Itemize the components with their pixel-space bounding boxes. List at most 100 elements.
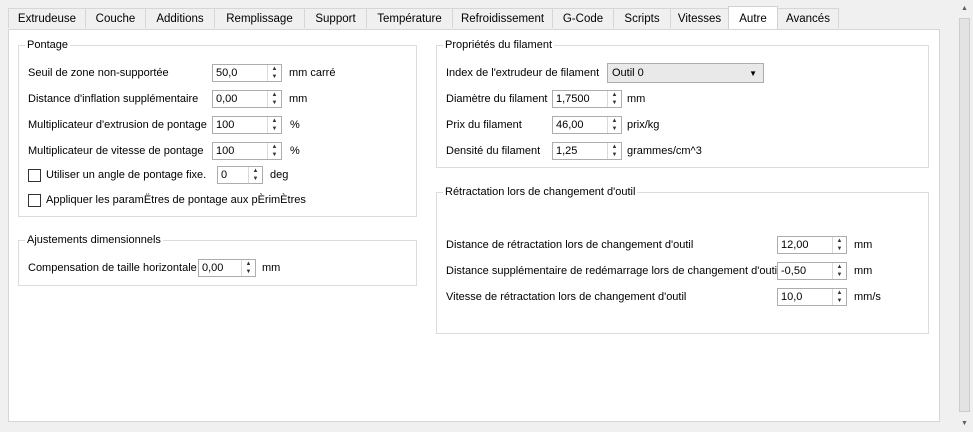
extrusion-multiplier-unit: %: [290, 119, 300, 131]
tab-remplissage[interactable]: Remplissage: [214, 8, 305, 28]
extrusion-multiplier-input[interactable]: [213, 117, 266, 133]
spin-up-arrow-icon[interactable]: ▲: [249, 167, 262, 175]
price-unit: prix/kg: [627, 119, 660, 131]
scrollbar-thumb[interactable]: [959, 18, 970, 412]
retract-distance-input[interactable]: [778, 237, 831, 253]
density-input[interactable]: [553, 143, 606, 159]
extra-restart-input[interactable]: [778, 263, 831, 279]
extruder-index-value: Outil 0: [612, 67, 644, 79]
dimensional-group: Ajustements dimensionnels Compensation d…: [18, 234, 417, 286]
speed-multiplier-label: Multiplicateur de vitesse de pontage: [28, 145, 204, 157]
apply-perimeters-checkbox[interactable]: [28, 194, 41, 207]
tab-refroidissement[interactable]: Refroidissement: [452, 8, 553, 28]
spin-down-arrow-icon[interactable]: ▼: [833, 297, 846, 305]
spin-buttons: ▲ ▼: [607, 91, 621, 107]
tab-additions[interactable]: Additions: [145, 8, 215, 28]
extrusion-multiplier-label: Multiplicateur d'extrusion de pontage: [28, 119, 207, 131]
speed-multiplier-input[interactable]: [213, 143, 266, 159]
tab-avances[interactable]: Avancés: [777, 8, 839, 28]
spin-up-arrow-icon[interactable]: ▲: [608, 91, 621, 99]
tab-vitesses[interactable]: Vitesses: [670, 8, 729, 28]
spin-up-arrow-icon[interactable]: ▲: [608, 143, 621, 151]
spin-buttons: ▲ ▼: [832, 289, 846, 305]
unsupported-threshold-spinbox[interactable]: ▲ ▼: [212, 64, 282, 82]
spin-down-arrow-icon[interactable]: ▼: [833, 245, 846, 253]
tab-autre[interactable]: Autre: [728, 6, 778, 29]
tab-temperature[interactable]: Température: [366, 8, 453, 28]
retract-speed-input[interactable]: [778, 289, 831, 305]
tab-extrudeuse[interactable]: Extrudeuse: [8, 8, 86, 28]
extra-inflation-input[interactable]: [213, 91, 266, 107]
spin-up-arrow-icon[interactable]: ▲: [268, 117, 281, 125]
retract-distance-label: Distance de rétractation lors de changem…: [446, 239, 694, 251]
tab-couche[interactable]: Couche: [85, 8, 146, 28]
scroll-up-arrow-icon[interactable]: ▲: [956, 0, 973, 17]
horizontal-compensation-input[interactable]: [199, 260, 240, 276]
horizontal-compensation-label: Compensation de taille horizontale: [28, 262, 197, 274]
tab-bar: Extrudeuse Couche Additions Remplissage …: [8, 6, 938, 30]
spin-up-arrow-icon[interactable]: ▲: [242, 260, 255, 268]
fixed-angle-label: Utiliser un angle de pontage fixe.: [46, 169, 207, 181]
retract-distance-unit: mm: [854, 239, 873, 251]
diameter-unit: mm: [627, 93, 646, 105]
density-unit: grammes/cm^3: [627, 145, 702, 157]
spin-down-arrow-icon[interactable]: ▼: [242, 268, 255, 276]
spin-down-arrow-icon[interactable]: ▼: [268, 125, 281, 133]
toolchange-group-title: Rétractation lors de changement d'outil: [443, 186, 638, 199]
spin-up-arrow-icon[interactable]: ▲: [268, 143, 281, 151]
extra-restart-label: Distance supplémentaire de redémarrage l…: [446, 265, 780, 277]
spin-buttons: ▲ ▼: [267, 143, 281, 159]
spin-up-arrow-icon[interactable]: ▲: [833, 237, 846, 245]
scroll-down-arrow-icon[interactable]: ▼: [956, 415, 973, 432]
spin-buttons: ▲ ▼: [607, 143, 621, 159]
spin-up-arrow-icon[interactable]: ▲: [833, 289, 846, 297]
spin-up-arrow-icon[interactable]: ▲: [608, 117, 621, 125]
speed-multiplier-unit: %: [290, 145, 300, 157]
spin-down-arrow-icon[interactable]: ▼: [268, 151, 281, 159]
density-spinbox[interactable]: ▲ ▼: [552, 142, 622, 160]
fixed-angle-input[interactable]: [218, 167, 247, 183]
extra-inflation-label: Distance d'inflation supplémentaire: [28, 93, 199, 105]
extra-restart-spinbox[interactable]: ▲ ▼: [777, 262, 847, 280]
tab-scripts[interactable]: Scripts: [613, 8, 671, 28]
tab-support[interactable]: Support: [304, 8, 367, 28]
settings-panel: Pontage Seuil de zone non-supportée ▲ ▼ …: [8, 29, 940, 422]
diameter-input[interactable]: [553, 91, 606, 107]
extra-inflation-spinbox[interactable]: ▲ ▼: [212, 90, 282, 108]
spin-buttons: ▲ ▼: [267, 65, 281, 81]
spin-buttons: ▲ ▼: [241, 260, 255, 276]
spin-up-arrow-icon[interactable]: ▲: [268, 65, 281, 73]
unsupported-threshold-input[interactable]: [213, 65, 266, 81]
fixed-angle-spinbox[interactable]: ▲ ▼: [217, 166, 263, 184]
speed-multiplier-spinbox[interactable]: ▲ ▼: [212, 142, 282, 160]
filament-group: Propriétés du filament Index de l'extrud…: [436, 39, 929, 168]
extruder-index-dropdown[interactable]: Outil 0 ▼: [607, 63, 764, 83]
price-label: Prix du filament: [446, 119, 522, 131]
retract-speed-unit: mm/s: [854, 291, 881, 303]
spin-down-arrow-icon[interactable]: ▼: [833, 271, 846, 279]
spin-up-arrow-icon[interactable]: ▲: [268, 91, 281, 99]
vertical-scrollbar[interactable]: ▲ ▼: [956, 0, 973, 432]
apply-perimeters-label: Appliquer les paramËtres de pontage aux …: [46, 194, 306, 206]
bridging-group-title: Pontage: [25, 39, 70, 52]
spin-down-arrow-icon[interactable]: ▼: [608, 151, 621, 159]
price-input[interactable]: [553, 117, 606, 133]
spin-down-arrow-icon[interactable]: ▼: [268, 73, 281, 81]
horizontal-compensation-spinbox[interactable]: ▲ ▼: [198, 259, 256, 277]
spin-down-arrow-icon[interactable]: ▼: [249, 175, 262, 183]
spin-down-arrow-icon[interactable]: ▼: [608, 125, 621, 133]
horizontal-compensation-unit: mm: [262, 262, 281, 274]
diameter-spinbox[interactable]: ▲ ▼: [552, 90, 622, 108]
extrusion-multiplier-spinbox[interactable]: ▲ ▼: [212, 116, 282, 134]
spin-buttons: ▲ ▼: [607, 117, 621, 133]
fixed-angle-unit: deg: [270, 169, 289, 181]
retract-speed-spinbox[interactable]: ▲ ▼: [777, 288, 847, 306]
spin-down-arrow-icon[interactable]: ▼: [608, 99, 621, 107]
tab-gcode[interactable]: G-Code: [552, 8, 614, 28]
retract-distance-spinbox[interactable]: ▲ ▼: [777, 236, 847, 254]
fixed-angle-checkbox[interactable]: [28, 169, 41, 182]
price-spinbox[interactable]: ▲ ▼: [552, 116, 622, 134]
spin-down-arrow-icon[interactable]: ▼: [268, 99, 281, 107]
retract-speed-label: Vitesse de rétractation lors de changeme…: [446, 291, 687, 303]
spin-up-arrow-icon[interactable]: ▲: [833, 263, 846, 271]
